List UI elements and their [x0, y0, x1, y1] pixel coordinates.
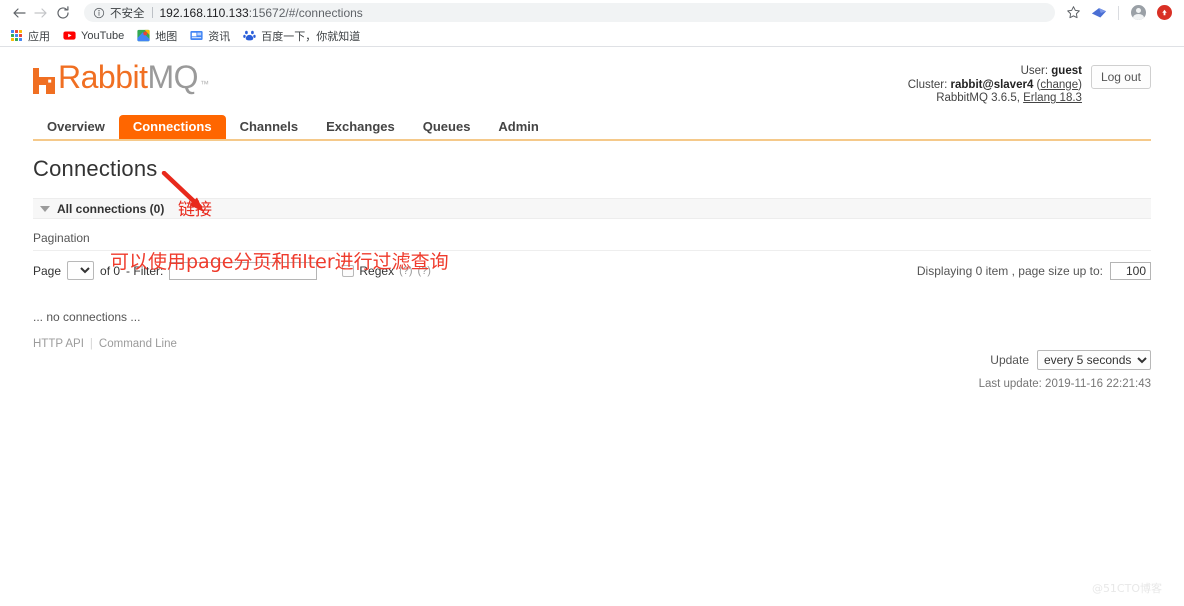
watermark: @51CTO博客 [1092, 580, 1162, 596]
update-controls: Update every 5 seconds [990, 350, 1151, 370]
cluster-line: Cluster: rabbit@slaver4 (change) [908, 79, 1082, 93]
page-title: Connections [33, 156, 1151, 182]
logout-button[interactable]: Log out [1091, 65, 1151, 89]
bookmark-maps[interactable]: 地图 [137, 28, 177, 44]
logo-rabbit-text: Rabbit [58, 61, 148, 93]
cluster-label: Cluster: [908, 79, 948, 91]
bookmark-label: 应用 [28, 28, 50, 44]
url-host: 192.168.110.133 [160, 6, 249, 20]
app-header: RabbitMQ™ User: guest Cluster: rabbit@sl… [33, 47, 1151, 115]
back-arrow-icon[interactable] [8, 2, 30, 24]
tab-connections[interactable]: Connections [119, 115, 226, 139]
maps-icon [137, 29, 150, 42]
footer-links: HTTP API | Command Line [33, 338, 1151, 350]
user-line: User: guest [908, 65, 1082, 79]
star-icon[interactable] [1061, 2, 1085, 24]
version-line: RabbitMQ 3.6.5, Erlang 18.3 [908, 92, 1082, 106]
no-connections-message: ... no connections ... [33, 310, 1151, 324]
nav-divider [33, 139, 1151, 141]
reload-icon[interactable] [52, 2, 74, 24]
bookmark-youtube[interactable]: YouTube [63, 29, 124, 42]
bookmark-label: 资讯 [208, 28, 230, 44]
rabbitmq-logo[interactable]: RabbitMQ™ [33, 61, 209, 93]
user-name: guest [1051, 65, 1082, 77]
annotation-filter-note: 可以使用page分页和filter进行过滤查询 [110, 247, 449, 274]
user-label: User: [1021, 65, 1048, 77]
profile-avatar-icon[interactable] [1126, 2, 1150, 24]
bookmark-baidu[interactable]: 百度一下，你就知道 [243, 28, 360, 44]
cluster-name: rabbit@slaver4 [951, 79, 1034, 91]
tab-exchanges[interactable]: Exchanges [312, 115, 409, 139]
bookmark-label: 地图 [155, 28, 177, 44]
info-circle-icon[interactable] [93, 7, 105, 19]
rabbitmq-management-page: RabbitMQ™ User: guest Cluster: rabbit@sl… [0, 47, 1184, 605]
youtube-icon [63, 29, 76, 42]
update-label: Update [990, 353, 1029, 367]
rabbitmq-logo-mark [33, 67, 55, 93]
tab-channels[interactable]: Channels [226, 115, 313, 139]
news-icon [190, 29, 203, 42]
url-path: :15672/#/connections [249, 6, 363, 20]
forward-arrow-icon [30, 2, 52, 24]
user-info-block: User: guest Cluster: rabbit@slaver4 (cha… [908, 61, 1151, 106]
page-size-input[interactable] [1110, 262, 1151, 280]
page-select[interactable] [67, 261, 94, 280]
toolbar-icon-group [1061, 2, 1176, 24]
http-api-link[interactable]: HTTP API [33, 338, 84, 350]
main-navigation: Overview Connections Channels Exchanges … [33, 115, 1151, 139]
toolbar-divider [1118, 6, 1119, 20]
tab-overview[interactable]: Overview [33, 115, 119, 139]
erlang-version-link[interactable]: Erlang 18.3 [1023, 92, 1082, 104]
last-update-text: Last update: 2019-11-16 22:21:43 [979, 378, 1151, 390]
bookmarks-bar: 应用 YouTube 地图 资讯 百度一下，你就知道 [0, 25, 1184, 47]
bookmark-label: YouTube [81, 30, 124, 42]
displaying-label: Displaying 0 item , page size up to: [917, 264, 1103, 278]
collapse-triangle-icon[interactable] [40, 206, 50, 212]
url-text: 192.168.110.133:15672/#/connections [160, 6, 363, 20]
cluster-change-link[interactable]: change [1040, 79, 1078, 91]
browser-chrome: 不安全 192.168.110.133:15672/#/connections [0, 0, 1184, 47]
bookmark-news[interactable]: 资讯 [190, 28, 230, 44]
bookmark-apps[interactable]: 应用 [10, 28, 50, 44]
security-status-label: 不安全 [110, 5, 145, 21]
extension-icon[interactable] [1087, 2, 1111, 24]
annotation-link-note: 链接 [178, 195, 212, 220]
logo-tm-mark: ™ [200, 80, 209, 89]
rabbitmq-version: RabbitMQ 3.6.5, [936, 92, 1020, 104]
section-title: All connections (0) [57, 202, 164, 216]
address-bar[interactable]: 不安全 192.168.110.133:15672/#/connections [84, 3, 1055, 22]
apps-grid-icon [10, 29, 23, 42]
baidu-icon [243, 29, 256, 42]
extension-red-icon[interactable] [1152, 2, 1176, 24]
footer-divider: | [90, 338, 93, 350]
omnibox-divider [152, 7, 153, 18]
command-line-link[interactable]: Command Line [99, 338, 177, 350]
tab-queues[interactable]: Queues [409, 115, 485, 139]
page-label: Page [33, 264, 61, 278]
bookmark-label: 百度一下，你就知道 [261, 28, 360, 44]
browser-toolbar: 不安全 192.168.110.133:15672/#/connections [0, 0, 1184, 25]
logo-mq-text: MQ [148, 61, 199, 93]
update-interval-select[interactable]: every 5 seconds [1037, 350, 1151, 370]
tab-admin[interactable]: Admin [484, 115, 552, 139]
